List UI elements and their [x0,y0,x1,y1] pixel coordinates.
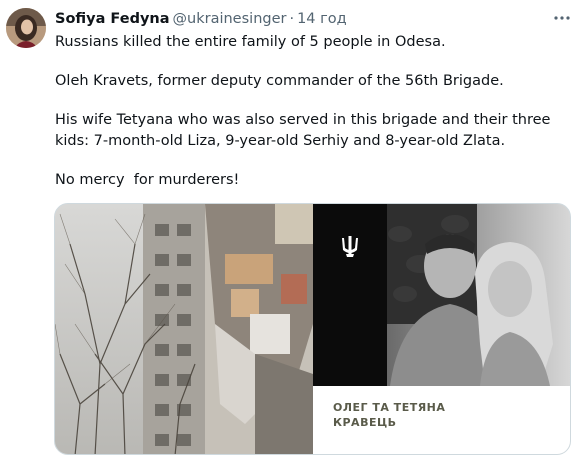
tweet-text: Russians killed the entire family of 5 p… [55,32,570,191]
separator-dot: · [289,11,295,27]
tweet-paragraph: His wife Tetyana who was also served in … [55,112,551,149]
tweet-paragraph: Oleh Kravets, former deputy commander of… [55,73,504,89]
timestamp[interactable]: 14 год [297,11,347,27]
avatar[interactable] [6,8,46,48]
tweet-paragraph: No mercy for murderers! [55,172,240,188]
caption-line-2: КРАВЕЦЬ [333,416,397,429]
author-handle[interactable]: @ukrainesinger [173,11,287,27]
couple-photo [387,204,570,386]
author-name[interactable]: Sofiya Fedyna [55,11,170,27]
media-caption: ОЛЕГ ТА ТЕТЯНА КРАВЕЦЬ [333,400,453,430]
more-button[interactable] [551,9,573,29]
tweet-media[interactable]: ОЛЕГ ТА ТЕТЯНА КРАВЕЦЬ [54,203,571,455]
more-horizontal-icon [554,16,570,20]
media-image [55,204,570,454]
avatar-image [6,8,46,48]
tweet-header: Sofiya Fedyna @ukrainesinger · 14 год [55,9,347,29]
caption-line-1: ОЛЕГ ТА ТЕТЯНА [333,401,446,414]
tweet: Sofiya Fedyna @ukrainesinger · 14 год Russi… [0,0,581,463]
tweet-paragraph: Russians killed the entire family of 5 p… [55,34,446,50]
building-photo [55,204,313,454]
